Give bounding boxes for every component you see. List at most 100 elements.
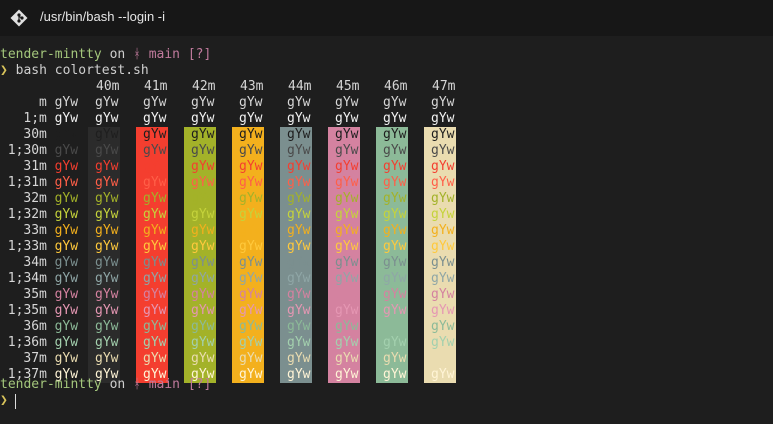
- sample-cell: gYw: [431, 191, 455, 206]
- sample-cell: gYw: [335, 207, 359, 222]
- sample-cell: gYw: [239, 127, 263, 142]
- sample-cell: gYw: [143, 319, 167, 334]
- sample-cell: gYw: [191, 335, 215, 350]
- sample-default-bg: gYw: [54, 159, 79, 174]
- sample-cell: gYw: [431, 239, 455, 254]
- prompt-line-2: tender-mintty on ᚼ main [?]: [0, 377, 211, 393]
- sample-cell: gYw: [335, 255, 359, 270]
- sample-cell: gYw: [335, 127, 359, 142]
- prompt-on: on: [109, 377, 126, 392]
- input-chevron-icon: ❯: [0, 393, 8, 408]
- sample-cell: gYw: [287, 95, 311, 110]
- row-label: 33m: [23, 223, 47, 238]
- row-label: 34m: [23, 255, 47, 270]
- sample-cell: gYw: [287, 255, 311, 270]
- sample-cell: gYw: [383, 207, 407, 222]
- prompt-chevron-icon: ❯: [0, 63, 8, 78]
- sample-cell: gYw: [191, 239, 215, 254]
- sample-default-bg: gYw: [54, 255, 79, 270]
- sample-cell: gYw: [383, 127, 407, 142]
- sample-cell: gYw: [191, 271, 215, 286]
- sample-cell: gYw: [143, 271, 167, 286]
- row-label: 31m: [23, 159, 47, 174]
- row-label: 1;30m: [7, 143, 47, 158]
- row-label: 37m: [23, 351, 47, 366]
- sample-cell: gYw: [383, 271, 407, 286]
- sample-default-bg: gYw: [54, 239, 79, 254]
- sample-default-bg: gYw: [54, 111, 79, 126]
- sample-cell: gYw: [191, 207, 215, 222]
- branch-icon: ᚼ: [133, 47, 141, 62]
- sample-cell: gYw: [287, 207, 311, 222]
- sample-cell: gYw: [335, 191, 359, 206]
- sample-cell: gYw: [239, 191, 263, 206]
- sample-cell: gYw: [95, 319, 119, 334]
- sample-cell: gYw: [287, 175, 311, 190]
- sample-cell: gYw: [95, 191, 119, 206]
- sample-cell: gYw: [239, 143, 263, 158]
- sample-cell: gYw: [383, 335, 407, 350]
- sample-cell: gYw: [191, 319, 215, 334]
- sample-default-bg: gYw: [54, 287, 79, 302]
- sample-cell: gYw: [383, 303, 407, 318]
- sample-cell: gYw: [191, 159, 215, 174]
- prompt-branch: main: [148, 47, 181, 62]
- sample-cell: gYw: [383, 287, 407, 302]
- sample-cell: gYw: [191, 303, 215, 318]
- sample-cell: gYw: [431, 207, 455, 222]
- row-label: m: [39, 95, 47, 110]
- sample-cell: gYw: [191, 287, 215, 302]
- sample-cell: gYw: [143, 175, 167, 190]
- sample-cell: gYw: [143, 239, 167, 254]
- sample-cell: gYw: [431, 111, 455, 126]
- sample-cell: gYw: [335, 223, 359, 238]
- terminal-area[interactable]: tender-mintty on ᚼ main [?] ❯ bash color…: [0, 36, 773, 424]
- sample-cell: gYw: [95, 207, 119, 222]
- command-text: bash colortest.sh: [15, 63, 149, 78]
- sample-cell: gYw: [383, 351, 407, 366]
- sample-cell: gYw: [143, 287, 167, 302]
- sample-cell: gYw: [143, 111, 167, 126]
- sample-cell: gYw: [95, 255, 119, 270]
- sample-cell: gYw: [95, 223, 119, 238]
- input-line[interactable]: ❯: [0, 393, 8, 409]
- prompt-status: [?]: [187, 47, 212, 62]
- bg-header: 44m: [288, 79, 312, 94]
- sample-cell: gYw: [95, 271, 119, 286]
- row-label: 1;33m: [7, 239, 47, 254]
- sample-cell: gYw: [287, 335, 311, 350]
- sample-cell: gYw: [239, 335, 263, 350]
- sample-cell: gYw: [383, 255, 407, 270]
- sample-cell: gYw: [335, 111, 359, 126]
- sample-cell: gYw: [143, 191, 167, 206]
- sample-cell: gYw: [287, 143, 311, 158]
- sample-default-bg: gYw: [54, 223, 79, 238]
- sample-cell: gYw: [335, 319, 359, 334]
- sample-cell: gYw: [239, 159, 263, 174]
- sample-cell: gYw: [287, 303, 311, 318]
- row-label: 1;31m: [7, 175, 47, 190]
- sample-cell: gYw: [239, 239, 263, 254]
- sample-cell: gYw: [383, 367, 407, 382]
- sample-cell: gYw: [191, 255, 215, 270]
- sample-cell: gYw: [335, 335, 359, 350]
- sample-cell: gYw: [143, 143, 167, 158]
- sample-cell: gYw: [287, 191, 311, 206]
- sample-cell: gYw: [239, 351, 263, 366]
- sample-cell: gYw: [287, 287, 311, 302]
- sample-cell: gYw: [95, 127, 119, 142]
- row-label: 32m: [23, 191, 47, 206]
- sample-cell: gYw: [239, 95, 263, 110]
- sample-cell: gYw: [143, 127, 167, 142]
- sample-cell: gYw: [431, 367, 455, 382]
- prompt-on: on: [109, 47, 126, 62]
- bg-header: 43m: [240, 79, 264, 94]
- sample-cell: gYw: [239, 367, 263, 382]
- sample-cell: gYw: [383, 239, 407, 254]
- bg-header: 40m: [96, 79, 120, 94]
- sample-cell: gYw: [95, 287, 119, 302]
- sample-default-bg: gYw: [54, 319, 79, 334]
- bg-header: 41m: [144, 79, 168, 94]
- prompt-user: tender-mintty: [0, 377, 102, 392]
- sample-cell: gYw: [95, 143, 119, 158]
